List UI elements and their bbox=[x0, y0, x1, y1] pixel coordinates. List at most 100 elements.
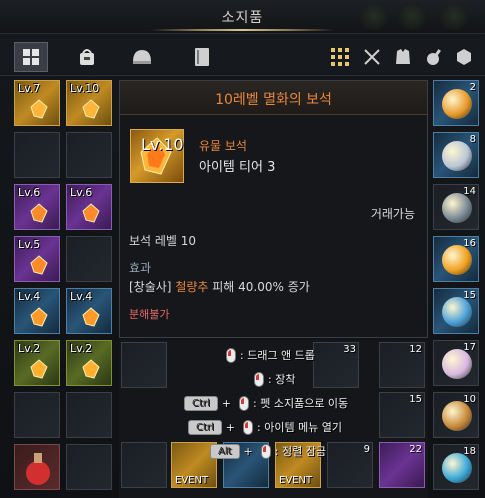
inventory-slot[interactable]: Lv.4 bbox=[66, 288, 112, 334]
help-text: : 정렬 잠금 bbox=[274, 445, 326, 458]
tray-slot[interactable]: 22 bbox=[379, 442, 425, 488]
helmet-icon bbox=[133, 50, 151, 64]
slot-level: Lv.6 bbox=[18, 186, 41, 199]
title-bar[interactable]: 소지품 bbox=[0, 0, 485, 34]
inventory-slot[interactable]: Lv.6 bbox=[14, 184, 60, 230]
consumable-slot[interactable]: 15 bbox=[433, 288, 479, 334]
inventory-slot[interactable]: Lv.7 bbox=[14, 80, 60, 126]
tray-slot[interactable] bbox=[121, 442, 167, 488]
item-count: 12 bbox=[409, 344, 422, 355]
gem-icon bbox=[82, 99, 100, 119]
right-mouse-icon bbox=[260, 443, 271, 459]
gem-icon bbox=[30, 359, 48, 379]
tab-helmet[interactable] bbox=[125, 42, 159, 72]
ctrl-key: Ctrl bbox=[184, 395, 218, 411]
slot-level: Lv.7 bbox=[18, 82, 41, 95]
gem-icon bbox=[82, 307, 100, 327]
item-icon bbox=[442, 193, 472, 223]
item-icon bbox=[442, 349, 472, 379]
help-move: Ctrl + : 펫 소지품으로 이동 bbox=[184, 392, 376, 414]
inventory-slot[interactable] bbox=[66, 236, 112, 282]
event-label: EVENT bbox=[279, 475, 313, 486]
gem-icon bbox=[82, 203, 100, 223]
consumable-slot[interactable]: 17 bbox=[433, 340, 479, 386]
controls-help: : 드래그 앤 드롭 : 장착 Ctrl + : 펫 소지품으로 이동 Ctrl… bbox=[176, 340, 376, 465]
category-all[interactable] bbox=[327, 44, 353, 70]
item-count: 15 bbox=[409, 394, 422, 405]
inventory-slot[interactable]: Lv.2 bbox=[66, 340, 112, 386]
trade-status: 거래가능 bbox=[370, 207, 415, 221]
consumable-slot[interactable]: 10 bbox=[433, 392, 479, 438]
tray-slot[interactable]: 12 bbox=[379, 342, 425, 388]
inventory-slot[interactable]: Lv.10 bbox=[66, 80, 112, 126]
inventory-slot[interactable]: Lv.5 bbox=[14, 236, 60, 282]
window-title: 소지품 bbox=[221, 10, 264, 26]
book-icon bbox=[195, 48, 209, 66]
help-text: : 아이템 메뉴 열기 bbox=[257, 421, 343, 434]
effect-line: [창술사] 철량추 피해 40.00% 증가 bbox=[129, 278, 310, 295]
disassemble-status: 분해불가 bbox=[129, 308, 170, 321]
category-gem[interactable] bbox=[451, 44, 477, 70]
inventory-slot[interactable] bbox=[66, 444, 112, 490]
tray-slot[interactable] bbox=[121, 342, 167, 388]
consumable-slot[interactable]: 14 bbox=[433, 184, 479, 230]
event-label: EVENT bbox=[175, 475, 209, 486]
inventory-slot[interactable] bbox=[14, 392, 60, 438]
category-armor[interactable] bbox=[390, 44, 416, 70]
item-grade: 유물 보석 bbox=[199, 139, 247, 153]
item-count: 18 bbox=[463, 446, 476, 457]
gem-icon bbox=[30, 255, 48, 275]
gem-icon bbox=[30, 203, 48, 223]
category-potion[interactable] bbox=[421, 44, 447, 70]
swords-icon bbox=[364, 49, 380, 65]
inventory-slot[interactable] bbox=[14, 132, 60, 178]
item-tooltip: 10레벨 멸화의 보석 Lv.10 유물 보석 아이템 티어 3 거래가능 보석… bbox=[119, 80, 428, 338]
item-count: 22 bbox=[409, 444, 422, 455]
inventory-slot[interactable]: Lv.2 bbox=[14, 340, 60, 386]
gem-icon bbox=[30, 99, 48, 119]
inventory-slot[interactable] bbox=[66, 132, 112, 178]
slot-level: Lv.6 bbox=[70, 186, 93, 199]
slot-level: Lv.4 bbox=[18, 290, 41, 303]
grid-icon bbox=[23, 49, 39, 65]
item-icon bbox=[442, 453, 472, 483]
consumable-slot[interactable]: 2 bbox=[433, 80, 479, 126]
item-count: 17 bbox=[463, 342, 476, 353]
help-text: : 드래그 앤 드롭 bbox=[240, 349, 315, 362]
item-icon bbox=[442, 245, 472, 275]
tab-bar bbox=[0, 38, 485, 76]
gem-icon bbox=[82, 359, 100, 379]
tab-bag[interactable] bbox=[70, 42, 104, 72]
inventory-slot[interactable] bbox=[66, 392, 112, 438]
help-drag: : 드래그 앤 드롭 bbox=[222, 344, 376, 366]
inventory-window: 소지품 Lv.7 Lv.10 Lv.6 Lv.6 Lv.5 Lv.4 Lv.4 … bbox=[0, 0, 485, 498]
right-mouse-icon bbox=[254, 371, 264, 387]
tab-book[interactable] bbox=[185, 42, 219, 72]
inventory-slot[interactable] bbox=[14, 444, 60, 490]
title-ornament bbox=[150, 29, 335, 31]
tab-grid[interactable] bbox=[14, 42, 48, 72]
item-tier: 아이템 티어 3 bbox=[199, 160, 276, 175]
consumable-slot[interactable]: 16 bbox=[433, 236, 479, 282]
alt-key: Alt bbox=[210, 443, 240, 459]
item-count: 16 bbox=[463, 238, 476, 249]
gem-icon bbox=[30, 307, 48, 327]
item-icon bbox=[442, 297, 472, 327]
item-count: 14 bbox=[463, 186, 476, 197]
effect-skill: 철량추 bbox=[175, 280, 209, 294]
consumable-slot[interactable]: 18 bbox=[433, 444, 479, 490]
inventory-slot[interactable]: Lv.4 bbox=[14, 288, 60, 334]
item-count: 15 bbox=[463, 290, 476, 301]
help-text: : 장착 bbox=[268, 373, 296, 386]
flask-icon bbox=[427, 49, 441, 65]
item-icon bbox=[442, 141, 472, 171]
help-text: : 펫 소지품으로 이동 bbox=[253, 397, 349, 410]
inventory-slot[interactable]: Lv.6 bbox=[66, 184, 112, 230]
armor-icon bbox=[396, 49, 410, 64]
item-count: 2 bbox=[469, 82, 476, 93]
tray-slot[interactable]: 15 bbox=[379, 392, 425, 438]
left-mouse-icon bbox=[226, 347, 236, 363]
item-count: 8 bbox=[469, 134, 476, 145]
consumable-slot[interactable]: 8 bbox=[433, 132, 479, 178]
category-weapon[interactable] bbox=[359, 44, 385, 70]
